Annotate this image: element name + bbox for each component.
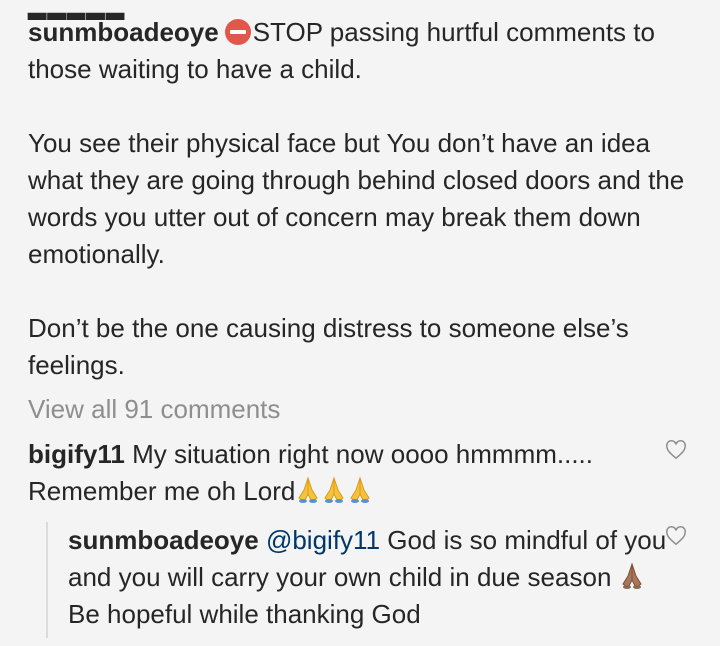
comment-like-heart-icon[interactable] (665, 439, 687, 461)
folded-hands-icon (295, 476, 321, 504)
reply-like-heart-icon[interactable] (665, 525, 687, 547)
reply-text-after-emoji: Be hopeful while thanking God (68, 599, 421, 629)
comment-item: bigify11 My situation right now oooo hmm… (28, 436, 628, 510)
folded-hands-icon (347, 476, 373, 504)
no-entry-icon (224, 19, 251, 45)
reply-thread: sunmboadeoye @bigify11 God is so mindful… (46, 522, 678, 638)
caption-paragraph-3: Don’t be the one causing distress to som… (28, 313, 629, 380)
caption-username[interactable]: sunmboadeoye (28, 17, 219, 47)
folded-hands-icon (321, 476, 347, 504)
caption-paragraph-2: You see their physical face but You don’… (28, 128, 685, 269)
post-caption: sunmboadeoye STOP passing hurtful comment… (28, 14, 698, 384)
reply-mention[interactable]: @bigify11 (266, 525, 380, 555)
comment-username[interactable]: bigify11 (28, 439, 125, 469)
folded-hands-medium-dark-icon (619, 562, 645, 590)
reply-username[interactable]: sunmboadeoye (68, 525, 259, 555)
view-all-comments-link[interactable]: View all 91 comments (28, 394, 280, 425)
